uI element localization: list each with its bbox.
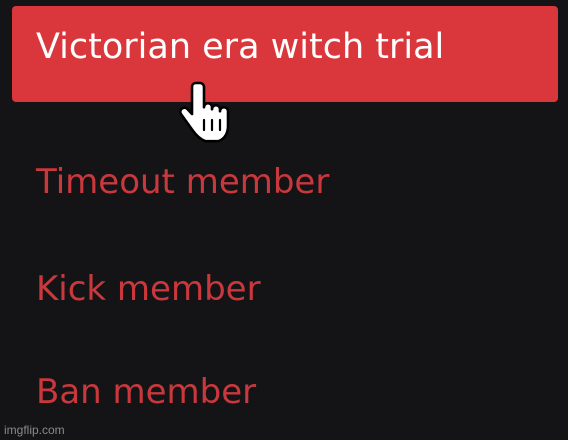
menu-item-label: Kick member [36, 269, 261, 309]
menu-item-victorian-era-witch-trial[interactable]: Victorian era witch trial [12, 6, 558, 102]
menu-item-timeout-member[interactable]: Timeout member [12, 152, 558, 212]
watermark: imgflip.com [4, 423, 65, 437]
context-menu: Victorian era witch trial Timeout member… [0, 0, 568, 440]
menu-item-label: Victorian era witch trial [36, 27, 445, 67]
menu-item-ban-member[interactable]: Ban member [12, 362, 558, 422]
menu-item-kick-member[interactable]: Kick member [12, 259, 558, 319]
menu-item-label: Timeout member [36, 162, 330, 202]
hand-pointer-icon [178, 81, 230, 143]
menu-item-label: Ban member [36, 372, 257, 412]
